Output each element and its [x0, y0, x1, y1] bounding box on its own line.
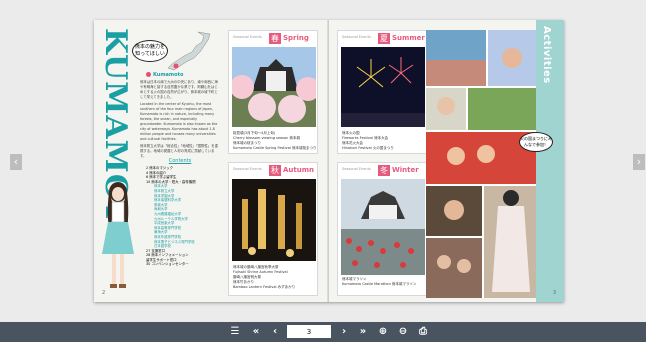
- first-page-icon[interactable]: «: [249, 325, 263, 339]
- summer-photo: [341, 47, 425, 127]
- season-caption: 熊本火の国 Fireworks Festival 熊本大会 熊本花火大会 Hin…: [342, 131, 394, 150]
- page-right[interactable]: Seasonal Events 夏 Summer 熊本火の国 Fireworks: [329, 20, 564, 302]
- season-header: Seasonal Events: [233, 167, 262, 171]
- season-card-spring[interactable]: Seasonal Events 春 Spring 桜見頃(3月下旬〜4月上旬) …: [228, 30, 318, 154]
- page-number-right: 3: [552, 290, 556, 296]
- intro-jp2: 熊本県立大学は「総合性」「地域性」「国際性」を重視する。地域の発展と人材の育成に…: [140, 144, 218, 158]
- japan-map-icon: [167, 31, 211, 71]
- last-page-icon[interactable]: »: [356, 325, 370, 339]
- season-name: Summer: [392, 34, 425, 42]
- zoom-in-icon[interactable]: ⊕: [377, 325, 389, 339]
- season-card-winter[interactable]: Seasonal Events 冬 Winter 熊本城マラソン Kumamot…: [337, 162, 427, 296]
- season-name: Autumn: [283, 166, 315, 174]
- spring-photo: [232, 47, 316, 127]
- season-header: Seasonal Events: [342, 167, 371, 171]
- season-header: Seasonal Events: [342, 35, 371, 39]
- contents-item[interactable]: 30 コンベンションセンター: [146, 262, 222, 267]
- flipbook-viewer: ‹ › KUMAMOTO 熊本の魅力を知ってほしい Kumamoto 熊本は日本…: [0, 0, 646, 322]
- intro-text: 熊本は日本の南で九州の中央にあり、南や南西に海や有明海と接する自然豊かな県です。…: [140, 80, 220, 159]
- autumn-photo: [232, 179, 316, 261]
- season-name: Spring: [283, 34, 309, 42]
- season-kanji: 春: [269, 33, 281, 44]
- next-page-icon[interactable]: ›: [338, 325, 350, 339]
- activities-photo-collage: [426, 30, 538, 298]
- contents-list: 2 熊本のマジック 4 熊本の紹介 6 熊本で学ぶ留学生 10 熊本の大学・短大…: [146, 166, 222, 267]
- intro-jp: 熊本は日本の南で九州の中央にあり、南や南西に海や有明海と接する自然豊かな県です。…: [140, 80, 218, 99]
- zoom-out-icon[interactable]: ⊖: [397, 325, 409, 339]
- season-caption: 熊本城の藤崎八旛宮秋季大祭 Fujisaki Shrine Autumn Fes…: [233, 265, 296, 289]
- season-kanji: 秋: [269, 165, 281, 176]
- contents-title: Contents: [168, 158, 192, 164]
- winter-photo: [341, 179, 425, 275]
- book-spread: KUMAMOTO 熊本の魅力を知ってほしい Kumamoto 熊本は日本の南で九…: [94, 20, 564, 302]
- speech-bubble: 熊本の魅力を知ってほしい: [132, 40, 168, 62]
- girl-illustration: [102, 182, 134, 288]
- season-header: Seasonal Events: [233, 35, 262, 39]
- prev-page-icon[interactable]: ‹: [269, 325, 281, 339]
- menu-icon[interactable]: ☰: [229, 325, 241, 339]
- prev-page-arrow[interactable]: ‹: [10, 154, 22, 170]
- season-card-autumn[interactable]: Seasonal Events 秋 Autumn 熊本城の藤崎八旛宮秋季大祭 F…: [228, 162, 318, 296]
- season-name: Winter: [392, 166, 419, 174]
- page-number-input[interactable]: [287, 325, 331, 338]
- next-page-arrow[interactable]: ›: [633, 154, 645, 170]
- season-kanji: 冬: [378, 165, 390, 176]
- intro-en: Located in the center of Kyushu, the mos…: [140, 102, 218, 141]
- page-left[interactable]: KUMAMOTO 熊本の魅力を知ってほしい Kumamoto 熊本は日本の南で九…: [94, 20, 329, 302]
- season-card-summer[interactable]: Seasonal Events 夏 Summer 熊本火の国 Fireworks: [337, 30, 427, 154]
- season-caption: 桜見頃(3月下旬〜4月上旬) Cherry blossom viewing se…: [233, 131, 317, 150]
- activities-speech-bubble: 火の国まつりにみんなで参加！: [519, 132, 553, 152]
- activities-title: Activities: [541, 26, 552, 84]
- page-number-left: 2: [102, 290, 106, 296]
- season-kanji: 夏: [378, 33, 390, 44]
- season-caption: 熊本城マラソン Kumamoto Castle Marathon 熊本城マラソン: [342, 277, 417, 286]
- print-icon[interactable]: ⎙: [417, 325, 429, 339]
- place-label: Kumamoto: [146, 72, 183, 78]
